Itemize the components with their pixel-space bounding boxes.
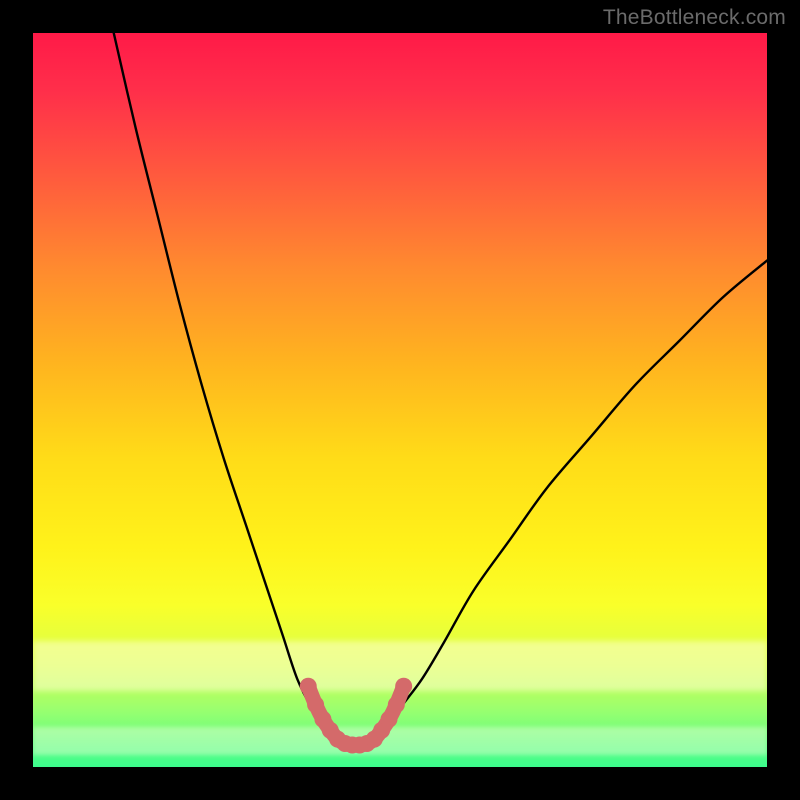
curve-left-branch: [114, 33, 327, 730]
curve-right-branch: [385, 261, 767, 731]
valley-dot: [395, 678, 412, 695]
plot-area: [33, 33, 767, 767]
valley-dot: [300, 678, 317, 695]
chart-frame: TheBottleneck.com: [0, 0, 800, 800]
valley-dot: [307, 696, 324, 713]
valley-dot: [388, 696, 405, 713]
watermark-text: TheBottleneck.com: [603, 6, 786, 30]
valley-dot: [380, 711, 397, 728]
chart-svg: [33, 33, 767, 767]
